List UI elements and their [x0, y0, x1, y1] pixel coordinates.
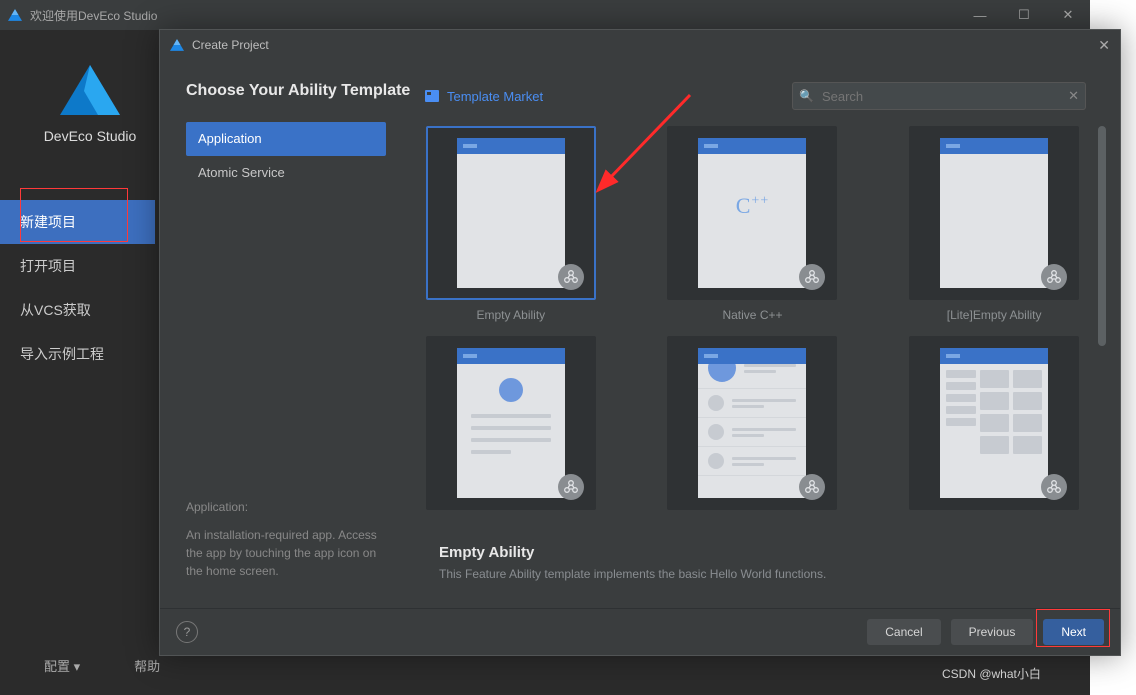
- footer-help[interactable]: 帮助: [134, 656, 160, 675]
- category-application[interactable]: Application: [186, 122, 386, 156]
- dialog-footer: ? Cancel Previous Next: [160, 608, 1120, 655]
- market-icon: [425, 90, 439, 102]
- selected-template-title: Empty Ability: [439, 544, 1090, 561]
- watermark: CSDN @what小白: [942, 665, 1041, 682]
- dialog-content: Template Market 🔍 ✕ Empty Ability C++ Nati…: [411, 60, 1120, 608]
- menu-import-sample[interactable]: 导入示例工程: [0, 332, 155, 376]
- template-name: Empty Ability: [476, 308, 545, 322]
- welcome-titlebar: 欢迎使用DevEco Studio — ☐ ✕: [0, 0, 1090, 31]
- template-gallery: Empty Ability C++ Native C++ [Lite]Empty Ab…: [425, 126, 1094, 608]
- dialog-titlebar: Create Project ✕: [160, 30, 1120, 60]
- category-description-body: An installation-required app. Access the…: [186, 526, 391, 580]
- search-clear-icon[interactable]: ✕: [1068, 88, 1079, 104]
- menu-get-from-vcs[interactable]: 从VCS获取: [0, 288, 155, 332]
- ability-badge-icon: [799, 474, 825, 500]
- search-icon: 🔍: [799, 89, 814, 103]
- dialog-main: Choose Your Ability Template Application…: [160, 60, 1120, 608]
- cancel-button[interactable]: Cancel: [867, 619, 940, 645]
- template-card[interactable]: C++ Native C++: [667, 126, 839, 322]
- welcome-footer: 配置 帮助: [44, 656, 160, 675]
- category-description-title: Application:: [186, 498, 391, 516]
- dialog-close-button[interactable]: ✕: [1098, 37, 1110, 54]
- gallery-scrollbar[interactable]: [1098, 126, 1106, 608]
- welcome-logo: DevEco Studio: [40, 65, 140, 144]
- template-card[interactable]: [667, 336, 839, 518]
- template-name: [Lite]Empty Ability: [947, 308, 1042, 322]
- app-logo-icon: [8, 8, 22, 22]
- menu-open-project[interactable]: 打开项目: [0, 244, 155, 288]
- window-minimize-button[interactable]: —: [958, 0, 1002, 30]
- footer-configure[interactable]: 配置: [44, 656, 80, 675]
- selected-template-description: Empty Ability This Feature Ability templ…: [425, 532, 1090, 589]
- search-box[interactable]: 🔍 ✕: [792, 82, 1086, 110]
- content-header: Template Market 🔍 ✕: [425, 82, 1112, 110]
- welcome-title: 欢迎使用DevEco Studio: [30, 7, 157, 24]
- template-thumbnail: [909, 336, 1079, 510]
- menu-new-project[interactable]: 新建项目: [0, 200, 155, 244]
- previous-button[interactable]: Previous: [951, 619, 1034, 645]
- template-card[interactable]: [908, 336, 1080, 518]
- ability-badge-icon: [558, 264, 584, 290]
- dialog-logo-icon: [170, 38, 184, 52]
- category-atomic-service[interactable]: Atomic Service: [186, 156, 386, 190]
- dialog-sidebar: Choose Your Ability Template Application…: [160, 60, 411, 608]
- search-input[interactable]: [820, 88, 1068, 105]
- ability-badge-icon: [1041, 474, 1067, 500]
- ability-badge-icon: [1041, 264, 1067, 290]
- template-market-label: Template Market: [447, 89, 543, 104]
- ability-badge-icon: [799, 264, 825, 290]
- category-description: Application: An installation-required ap…: [186, 498, 411, 580]
- template-thumbnail: C++: [667, 126, 837, 300]
- template-thumbnail: [426, 336, 596, 510]
- template-name: Native C++: [722, 308, 782, 322]
- app-name: DevEco Studio: [40, 128, 140, 144]
- help-button[interactable]: ?: [176, 621, 198, 643]
- gallery-scrollbar-thumb[interactable]: [1098, 126, 1106, 346]
- template-thumbnail: [909, 126, 1079, 300]
- template-card[interactable]: [Lite]Empty Ability: [908, 126, 1080, 322]
- next-button[interactable]: Next: [1043, 619, 1104, 645]
- dialog-heading: Choose Your Ability Template: [186, 82, 411, 100]
- create-project-dialog: Create Project ✕ Choose Your Ability Tem…: [159, 29, 1121, 656]
- ability-badge-icon: [558, 474, 584, 500]
- template-card[interactable]: Empty Ability: [425, 126, 597, 322]
- template-card[interactable]: [425, 336, 597, 518]
- template-thumbnail: [426, 126, 596, 300]
- window-close-button[interactable]: ✕: [1046, 0, 1090, 30]
- window-maximize-button[interactable]: ☐: [1002, 0, 1046, 30]
- template-thumbnail: [667, 336, 837, 510]
- welcome-menu: 新建项目 打开项目 从VCS获取 导入示例工程: [0, 200, 155, 376]
- template-market-link[interactable]: Template Market: [425, 89, 543, 104]
- dialog-title: Create Project: [192, 38, 269, 52]
- selected-template-subtitle: This Feature Ability template implements…: [439, 567, 1090, 581]
